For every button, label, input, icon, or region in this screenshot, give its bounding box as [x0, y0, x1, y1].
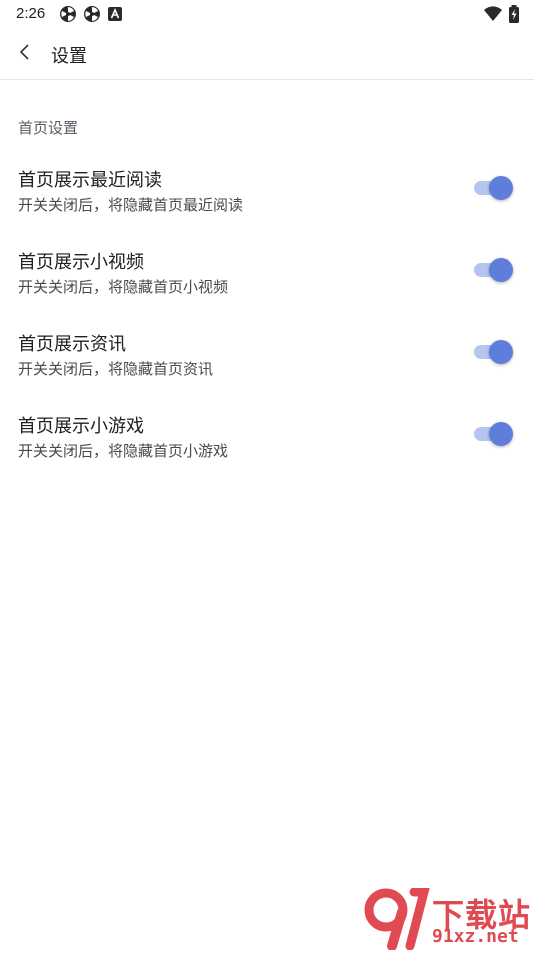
- setting-title: 首页展示小游戏: [18, 416, 144, 437]
- setting-row-short-video: 首页展示小视频 开关关闭后，将隐藏首页小视频: [0, 248, 534, 312]
- watermark-logo: 下载站 91xz.net: [362, 887, 534, 951]
- app-bar: 设置: [0, 28, 534, 80]
- status-bar: 2:26: [0, 0, 534, 28]
- setting-title: 首页展示最近阅读: [18, 170, 162, 191]
- setting-title: 首页展示资讯: [18, 334, 126, 355]
- setting-row-mini-games: 首页展示小游戏 开关关闭后，将隐藏首页小游戏: [0, 412, 534, 476]
- back-button[interactable]: [10, 39, 40, 69]
- battery-charging-icon: [508, 5, 520, 23]
- section-header: 首页设置: [18, 119, 79, 137]
- watermark-91-logo: [362, 887, 432, 951]
- setting-description: 开关关闭后，将隐藏首页资讯: [18, 360, 214, 378]
- toggle-short-video[interactable]: [474, 257, 514, 283]
- setting-title: 首页展示小视频: [18, 252, 144, 273]
- toggle-thumb: [489, 422, 513, 446]
- setting-row-recent-reading: 首页展示最近阅读 开关关闭后，将隐藏首页最近阅读: [0, 166, 534, 230]
- pinwheel-icon: [59, 5, 77, 23]
- pinwheel-icon: [83, 5, 101, 23]
- wifi-icon: [483, 5, 503, 23]
- setting-description: 开关关闭后，将隐藏首页最近阅读: [18, 196, 244, 214]
- toggle-thumb: [489, 176, 513, 200]
- setting-description: 开关关闭后，将隐藏首页小游戏: [18, 442, 229, 460]
- watermark-url: 91xz.net: [432, 926, 519, 947]
- toggle-thumb: [489, 258, 513, 282]
- setting-row-news: 首页展示资讯 开关关闭后，将隐藏首页资讯: [0, 330, 534, 394]
- toggle-thumb: [489, 340, 513, 364]
- setting-description: 开关关闭后，将隐藏首页小视频: [18, 278, 229, 296]
- toggle-mini-games[interactable]: [474, 421, 514, 447]
- toggle-news[interactable]: [474, 339, 514, 365]
- status-time: 2:26: [16, 5, 46, 22]
- toggle-recent-reading[interactable]: [474, 175, 514, 201]
- page-title: 设置: [51, 46, 87, 67]
- font-a-icon: [108, 6, 122, 21]
- chevron-left-icon: [18, 43, 32, 65]
